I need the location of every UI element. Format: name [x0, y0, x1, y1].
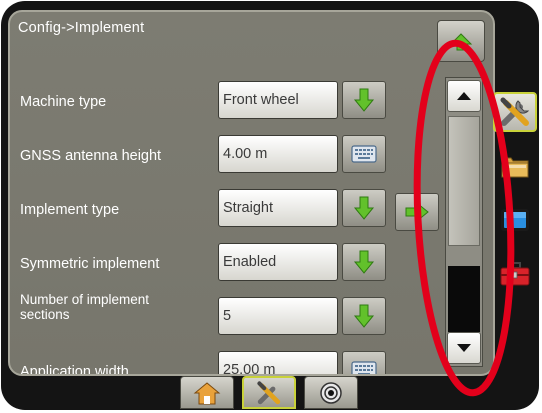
application-width-value[interactable]: 25.00 m [218, 351, 338, 374]
scroll-down-icon [457, 344, 471, 352]
implement-sections-label: Number of implement sections [20, 292, 150, 322]
tab-folder[interactable] [493, 146, 537, 186]
gnss-target-icon [320, 381, 342, 404]
bottom-nav [180, 376, 365, 410]
keyboard-icon [351, 361, 377, 374]
machine-type-value[interactable]: Front wheel [218, 81, 338, 119]
config-panel: Config->Implement Machine type Front whe… [8, 10, 495, 376]
scroll-up-button[interactable] [447, 80, 481, 112]
green-down-arrow-icon [353, 88, 375, 112]
tab-tools[interactable] [493, 92, 537, 132]
scrollbar[interactable] [445, 77, 483, 367]
keyboard-icon [351, 145, 377, 163]
machine-type-dropdown-button[interactable] [342, 81, 386, 119]
scroll-up-icon [457, 92, 471, 100]
tools-icon [500, 97, 530, 126]
scrollbar-track [448, 266, 480, 332]
application-width-keyboard-button[interactable] [342, 351, 386, 374]
implement-type-dropdown-button[interactable] [342, 189, 386, 227]
gnss-antenna-height-label: GNSS antenna height [20, 148, 162, 164]
implement-type-label: Implement type [20, 202, 120, 218]
green-right-arrow-icon [405, 201, 429, 223]
monitor-icon [501, 209, 529, 231]
nav-home-button[interactable] [180, 376, 234, 409]
application-width-label: Application width [20, 364, 129, 376]
folder-icon [501, 157, 529, 178]
scrollbar-thumb[interactable] [448, 116, 480, 246]
implement-sections-value[interactable]: 5 [218, 297, 338, 335]
back-button[interactable] [437, 20, 485, 62]
green-down-arrow-icon [353, 250, 375, 274]
symmetric-implement-label: Symmetric implement [20, 256, 160, 272]
tab-toolbox[interactable] [493, 254, 537, 294]
back-arrow-icon [449, 33, 473, 51]
nav-gnss-button[interactable] [304, 376, 358, 409]
symmetric-implement-dropdown-button[interactable] [342, 243, 386, 281]
green-down-arrow-icon [353, 304, 375, 328]
toolbox-icon [500, 262, 530, 286]
breadcrumb: Config->Implement [18, 20, 145, 36]
machine-type-label: Machine type [20, 94, 107, 110]
home-icon [193, 381, 221, 404]
implement-sections-dropdown-button[interactable] [342, 297, 386, 335]
green-down-arrow-icon [353, 196, 375, 220]
tools-icon [257, 380, 281, 404]
symmetric-implement-value[interactable]: Enabled [218, 243, 338, 281]
scroll-down-button[interactable] [447, 332, 481, 364]
implement-type-next-button[interactable] [395, 193, 439, 231]
tab-monitor[interactable] [493, 200, 537, 240]
implement-type-value[interactable]: Straight [218, 189, 338, 227]
gnss-antenna-height-value[interactable]: 4.00 m [218, 135, 338, 173]
nav-tools-button[interactable] [242, 376, 296, 409]
gnss-antenna-height-keyboard-button[interactable] [342, 135, 386, 173]
